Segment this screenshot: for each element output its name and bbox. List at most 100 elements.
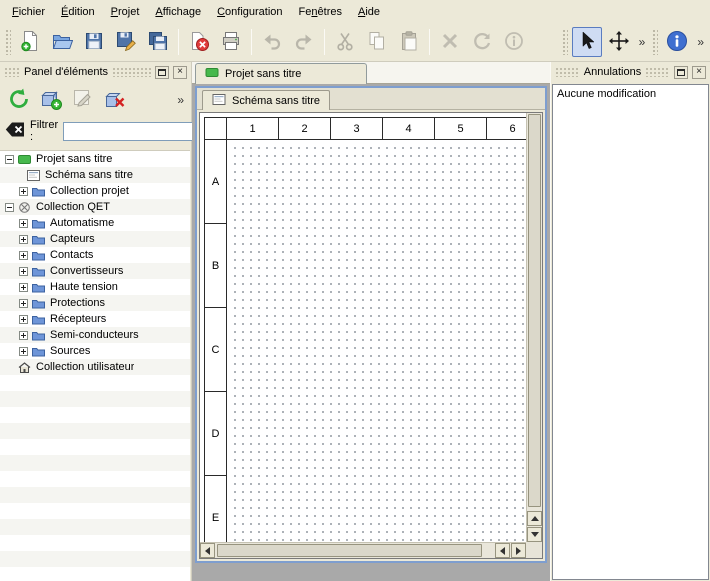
toolbar-overflow-chevron[interactable]: » xyxy=(635,35,650,49)
dot-grid[interactable] xyxy=(228,141,526,542)
delete-button[interactable] xyxy=(435,27,465,57)
select-mode-button[interactable] xyxy=(572,27,602,57)
diagram-view[interactable]: 1 2 3 4 5 6 A B C D E xyxy=(199,112,543,559)
tree-item-haute-tension[interactable]: Haute tension xyxy=(0,279,190,295)
copy-button[interactable] xyxy=(362,27,392,57)
column-header: 6 xyxy=(487,118,526,140)
menu-fichier[interactable]: Fichier xyxy=(4,2,53,22)
panel-overflow-chevron[interactable]: » xyxy=(173,93,188,107)
tree-item-collection-projet[interactable]: Collection projet xyxy=(0,183,190,199)
expand-toggle-icon[interactable] xyxy=(19,347,28,356)
edit-element-button[interactable] xyxy=(68,85,98,115)
scroll-left-button[interactable] xyxy=(200,543,215,558)
save-all-button[interactable] xyxy=(143,27,173,57)
tree-item-label: Collection utilisateur xyxy=(36,361,134,373)
pan-mode-button[interactable] xyxy=(604,27,634,57)
rotate-button[interactable] xyxy=(467,27,497,57)
expand-toggle-icon[interactable] xyxy=(19,235,28,244)
project-tab[interactable]: Projet sans titre xyxy=(195,63,367,84)
expand-toggle-icon[interactable] xyxy=(19,187,28,196)
filter-label: Filtrer : xyxy=(30,119,58,143)
expand-toggle-icon[interactable] xyxy=(19,267,28,276)
expand-toggle-icon[interactable] xyxy=(19,219,28,228)
tree-item-protections[interactable]: Protections xyxy=(0,295,190,311)
toolbar-right-group: » » xyxy=(559,27,708,57)
scroll-left-button[interactable] xyxy=(495,543,510,558)
tree-item-label: Projet sans titre xyxy=(36,153,112,165)
menu-configuration[interactable]: Configuration xyxy=(209,2,290,22)
ruler-corner xyxy=(205,118,227,140)
expand-toggle-icon[interactable] xyxy=(19,315,28,324)
menu-projet[interactable]: Projet xyxy=(103,2,148,22)
menu-edition[interactable]: Édition xyxy=(53,2,103,22)
elements-panel-titlebar[interactable]: Panel d'éléments × xyxy=(0,62,191,82)
reload-collections-button[interactable] xyxy=(4,85,34,115)
save-as-button[interactable] xyxy=(111,27,141,57)
diagram-tab[interactable]: Schéma sans titre xyxy=(202,90,330,110)
menu-aide[interactable]: Aide xyxy=(350,2,388,22)
tree-item-semi-conducteurs[interactable]: Semi-conducteurs xyxy=(0,327,190,343)
vertical-scrollbar[interactable] xyxy=(526,113,542,542)
toolbar-grip[interactable] xyxy=(652,29,658,55)
folder-icon xyxy=(32,250,45,261)
paste-button[interactable] xyxy=(394,27,424,57)
toolbar-overflow-chevron[interactable]: » xyxy=(693,35,708,49)
tree-item-sources[interactable]: Sources xyxy=(0,343,190,359)
new-element-button[interactable] xyxy=(36,85,66,115)
about-button[interactable] xyxy=(662,27,692,57)
vertical-scrollbar-thumb[interactable] xyxy=(528,114,541,507)
expand-toggle-icon[interactable] xyxy=(19,283,28,292)
collapse-toggle-icon[interactable] xyxy=(5,203,14,212)
expand-toggle-icon[interactable] xyxy=(19,251,28,260)
clear-filter-icon[interactable] xyxy=(5,122,25,140)
project-icon xyxy=(18,154,31,165)
delete-element-button[interactable] xyxy=(100,85,130,115)
toolbar-grip[interactable] xyxy=(5,29,11,55)
filter-input[interactable] xyxy=(63,122,211,141)
project-window: Schéma sans titre 1 2 3 4 5 6 A xyxy=(195,86,547,563)
tree-item-collection-qet[interactable]: Collection QET xyxy=(0,199,190,215)
dock-float-button[interactable] xyxy=(155,66,169,79)
tree-item-project[interactable]: Projet sans titre xyxy=(0,151,190,167)
collapse-toggle-icon[interactable] xyxy=(5,155,14,164)
tree-item-recepteurs[interactable]: Récepteurs xyxy=(0,311,190,327)
scroll-right-button[interactable] xyxy=(511,543,526,558)
schema-icon xyxy=(212,94,226,108)
undo-panel-titlebar[interactable]: Annulations × xyxy=(551,62,710,82)
tree-item-convertisseurs[interactable]: Convertisseurs xyxy=(0,263,190,279)
tree-item-collection-utilisateur[interactable]: Collection utilisateur xyxy=(0,359,190,375)
cut-button[interactable] xyxy=(330,27,360,57)
toolbar-grip[interactable] xyxy=(562,29,568,55)
dock-close-button[interactable]: × xyxy=(173,66,187,79)
tree-item-contacts[interactable]: Contacts xyxy=(0,247,190,263)
menu-affichage[interactable]: Affichage xyxy=(147,2,209,22)
toolbar-separator xyxy=(251,29,252,55)
tree-item-capteurs[interactable]: Capteurs xyxy=(0,231,190,247)
expand-toggle-icon[interactable] xyxy=(19,299,28,308)
scroll-down-button[interactable] xyxy=(527,527,542,542)
close-file-button[interactable] xyxy=(184,27,214,57)
tree-item-automatisme[interactable]: Automatisme xyxy=(0,215,190,231)
folder-icon xyxy=(32,266,45,277)
print-button[interactable] xyxy=(216,27,246,57)
horizontal-scrollbar-thumb[interactable] xyxy=(217,544,482,557)
dock-float-button[interactable] xyxy=(674,66,688,79)
new-file-button[interactable] xyxy=(15,27,45,57)
diagram-canvas[interactable]: 1 2 3 4 5 6 A B C D E xyxy=(200,113,526,542)
save-button[interactable] xyxy=(79,27,109,57)
redo-button[interactable] xyxy=(289,27,319,57)
menu-fenetres[interactable]: Fenêtres xyxy=(291,2,350,22)
undo-history-list[interactable]: Aucune modification xyxy=(552,84,709,580)
open-file-button[interactable] xyxy=(47,27,77,57)
info-blue-icon xyxy=(666,30,688,55)
tree-item-schema[interactable]: Schéma sans titre xyxy=(0,167,190,183)
folder-icon xyxy=(32,330,45,341)
scroll-up-button[interactable] xyxy=(527,511,542,526)
element-info-button[interactable] xyxy=(499,27,529,57)
edit-pencil-icon xyxy=(71,87,95,114)
expand-toggle-icon[interactable] xyxy=(19,331,28,340)
dock-close-button[interactable]: × xyxy=(692,66,706,79)
horizontal-scrollbar[interactable] xyxy=(200,542,526,558)
undo-button[interactable] xyxy=(257,27,287,57)
save-as-icon xyxy=(115,30,137,55)
